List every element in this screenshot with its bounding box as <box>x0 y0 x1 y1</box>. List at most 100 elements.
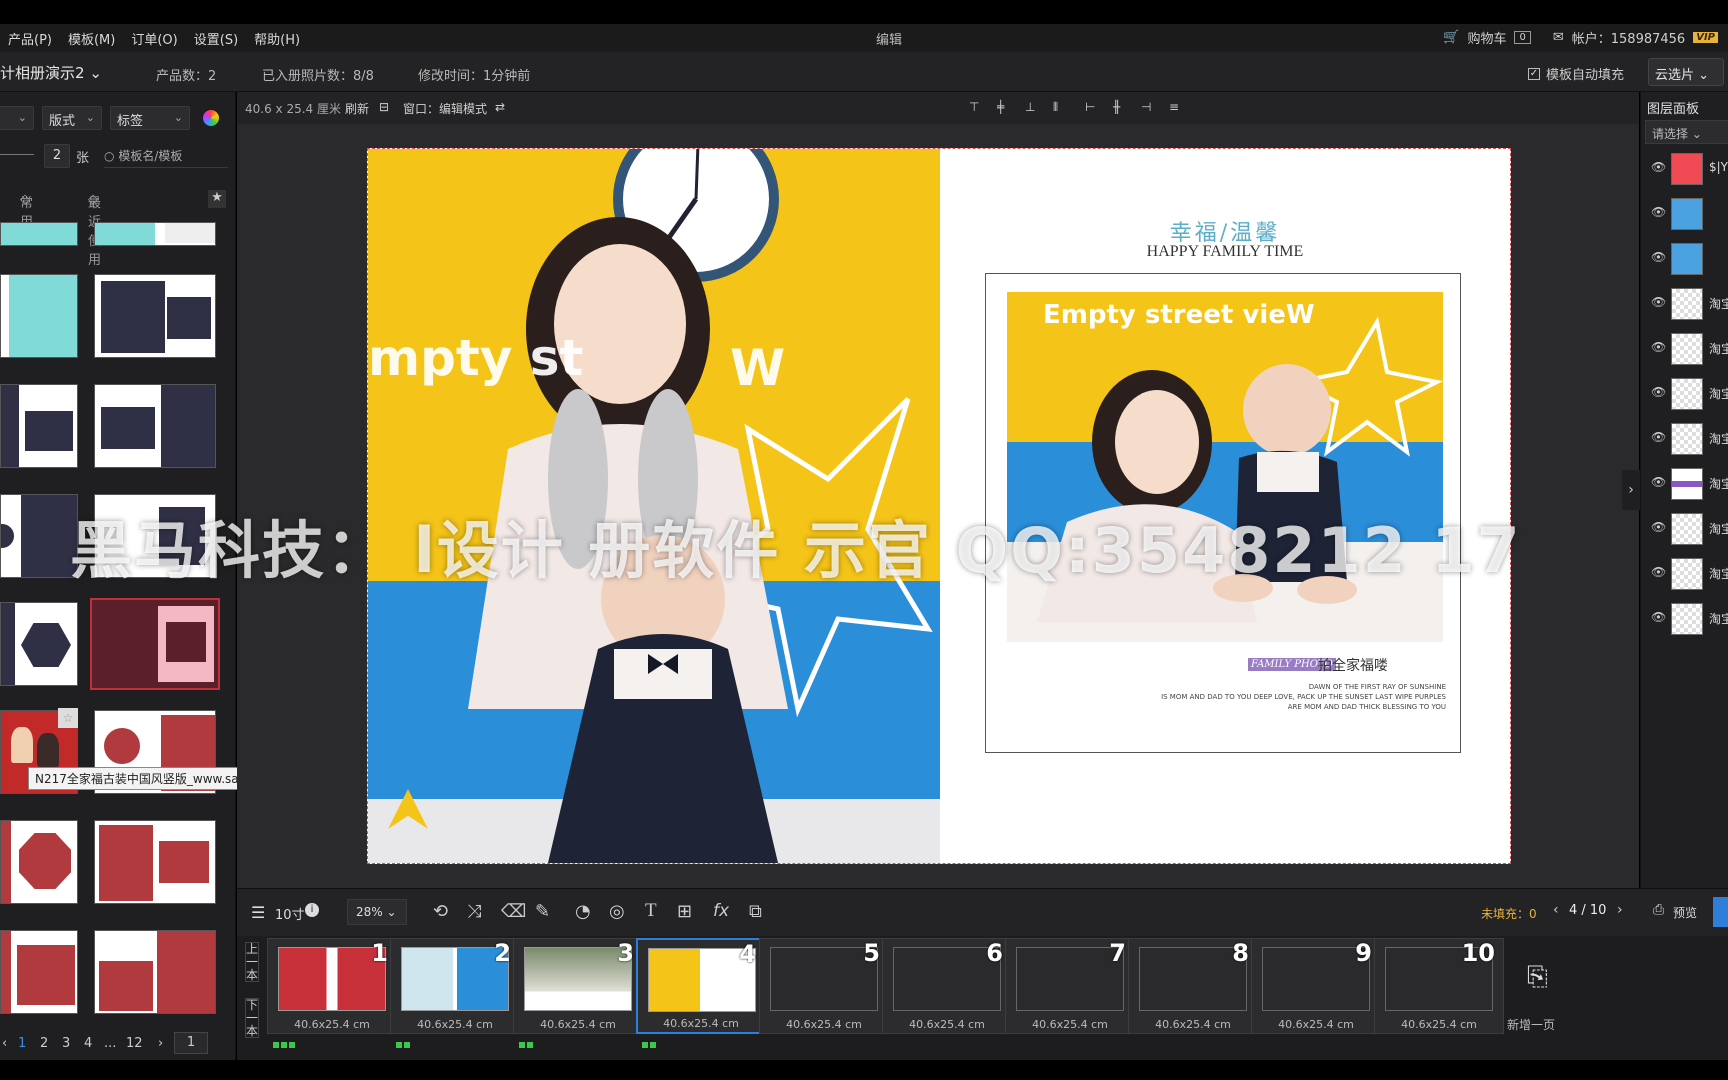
photo-frame[interactable]: Empty street vieW FAMILY PHOTO 拍全家福喽 DAW… <box>985 273 1461 753</box>
rotate-icon[interactable]: ⟲ <box>433 901 448 922</box>
page-link[interactable]: 1 <box>18 1036 26 1051</box>
zoom-select[interactable]: 28% ⌄ <box>347 899 407 925</box>
right-page[interactable]: 幸福/温馨 HAPPY FAMILY TIME Empty street vie… <box>940 149 1510 863</box>
next-page-icon[interactable]: › <box>1617 902 1623 918</box>
eye-icon[interactable]: 👁 <box>1651 520 1666 534</box>
crop-icon[interactable]: ⊞ <box>677 901 692 922</box>
align-right-icon[interactable]: ⊣ <box>1141 100 1155 114</box>
layout-select[interactable]: 版式 ⌄ <box>42 106 102 130</box>
cart-label[interactable]: 购物车 <box>1467 28 1506 47</box>
template-thumb[interactable] <box>0 274 78 358</box>
layer-row[interactable]: 👁 淘宝 <box>1641 508 1728 548</box>
effects-icon[interactable]: fx <box>713 901 729 921</box>
layer-row[interactable]: 👁 淘宝 <box>1641 373 1728 413</box>
eye-icon[interactable]: 👁 <box>1651 385 1666 399</box>
cloud-select-button[interactable]: 云选片 ⌄ <box>1648 58 1724 86</box>
tab-recent[interactable]: 最近使用 ◇ <box>88 192 101 268</box>
template-thumb[interactable] <box>94 930 216 1014</box>
star-icon[interactable]: ☆ <box>58 708 78 728</box>
eraser-icon[interactable]: ⌫ <box>501 901 526 922</box>
shape-icon[interactable]: ⧉ <box>749 901 762 922</box>
template-thumb[interactable] <box>94 384 216 468</box>
template-thumb[interactable] <box>94 222 216 246</box>
distribute-horizontal-icon[interactable]: ⫴ <box>1053 100 1067 114</box>
align-left-icon[interactable]: ⊢ <box>1085 100 1099 114</box>
page-frame-4[interactable]: 4 40.6x25.4 cm <box>636 938 766 1034</box>
preview-icon[interactable]: ⎙ <box>1653 902 1664 918</box>
eye-icon[interactable]: 👁 <box>1651 205 1666 219</box>
next-book-button[interactable]: 下一本 <box>245 998 259 1038</box>
palette-icon[interactable]: ✎ <box>535 901 550 922</box>
next-page-icon[interactable]: › <box>158 1036 163 1051</box>
layer-row[interactable]: 👁 淘宝 <box>1641 463 1728 503</box>
collapse-panel-icon[interactable]: › <box>1622 470 1640 510</box>
template-thumb[interactable] <box>0 384 78 468</box>
slider-track[interactable] <box>0 154 34 155</box>
page-frame-10[interactable]: 10 40.6x25.4 cm <box>1374 938 1504 1034</box>
shuffle-icon[interactable]: ⤨ <box>467 901 481 922</box>
color-wheel-icon[interactable] <box>203 110 219 126</box>
text-tool-icon[interactable]: T <box>645 900 657 922</box>
menu-template[interactable]: 模板(M) <box>68 29 115 48</box>
template-search-input[interactable]: ○ 模板名/模板 <box>104 144 228 168</box>
layer-row[interactable]: 👁 <box>1641 238 1728 278</box>
align-top-icon[interactable]: ⊤ <box>969 100 983 114</box>
accent-tab[interactable] <box>1713 897 1728 927</box>
cart-icon[interactable]: 🛒 <box>1443 30 1459 45</box>
eye-icon[interactable]: 👁 <box>1651 340 1666 354</box>
layer-row[interactable]: 👁 淘宝 <box>1641 328 1728 368</box>
eye-icon[interactable]: 👁 <box>1651 430 1666 444</box>
page-frame-6[interactable]: 6 40.6x25.4 cm <box>882 938 1012 1034</box>
layer-row[interactable]: 👁 淘宝 <box>1641 418 1728 458</box>
album-spread[interactable]: mpty st W 幸福/温馨 HAPPY FAMILY TIME Empty … <box>367 148 1511 864</box>
layer-row[interactable]: 👁 淘宝 <box>1641 598 1728 638</box>
window-mode-icon[interactable]: ⊟ <box>379 100 389 114</box>
layer-row[interactable]: 👁 淘宝 <box>1641 553 1728 593</box>
layer-row[interactable]: 👁 淘宝 <box>1641 283 1728 323</box>
favorite-star-icon[interactable]: ★ <box>208 190 226 208</box>
layer-row[interactable]: 👁 $|Y <box>1641 148 1728 188</box>
mail-icon[interactable]: ✉ <box>1553 30 1564 45</box>
layer-select[interactable]: 请选择 ⌄ <box>1645 120 1728 144</box>
prev-book-button[interactable]: 上一本 <box>245 942 259 982</box>
left-page-photo[interactable]: mpty st W <box>368 149 940 863</box>
template-thumb[interactable] <box>94 494 216 578</box>
eye-icon[interactable]: 👁 <box>1651 295 1666 309</box>
add-page-label[interactable]: 新增一页 <box>1507 1016 1555 1033</box>
info-icon[interactable]: i <box>305 903 319 917</box>
align-middle-icon[interactable]: ╪ <box>997 100 1011 114</box>
refresh-button[interactable]: 刷新 <box>345 100 369 117</box>
template-thumb[interactable] <box>0 222 78 246</box>
template-thumb[interactable] <box>94 820 216 904</box>
page-frame-3[interactable]: 3 40.6x25.4 cm <box>513 938 643 1034</box>
template-thumb[interactable] <box>0 494 78 578</box>
distribute-vertical-icon[interactable]: ≡ <box>1169 100 1183 114</box>
menu-order[interactable]: 订单(O) <box>131 29 177 48</box>
align-center-icon[interactable]: ╫ <box>1113 100 1127 114</box>
eye-icon[interactable]: 👁 <box>1651 160 1666 174</box>
page-link[interactable]: 2 <box>40 1036 48 1051</box>
menu-help[interactable]: 帮助(H) <box>254 29 300 48</box>
page-jump-input[interactable]: 1 <box>174 1032 208 1054</box>
align-bottom-icon[interactable]: ⊥ <box>1025 100 1039 114</box>
checkbox-checked-icon[interactable]: ✓ <box>1528 67 1540 80</box>
eye-icon[interactable]: 👁 <box>1651 250 1666 264</box>
eye-icon[interactable]: 👁 <box>1651 565 1666 579</box>
frame-photo[interactable]: Empty street vieW <box>1007 292 1443 642</box>
prev-page-icon[interactable]: ‹ <box>1553 902 1559 918</box>
window-mode[interactable]: 窗口：编辑模式 <box>403 100 487 117</box>
template-thumb[interactable] <box>94 274 216 358</box>
template-thumb[interactable] <box>0 820 78 904</box>
page-frame-5[interactable]: 5 40.6x25.4 cm <box>759 938 889 1034</box>
tag-select[interactable]: 标签 ⌄ <box>110 106 190 130</box>
preview-button[interactable]: 预览 <box>1673 904 1697 921</box>
menu-product[interactable]: 产品(P) <box>8 29 52 48</box>
count-input[interactable]: 2 <box>44 144 70 168</box>
eye-icon[interactable]: 👁 <box>1651 475 1666 489</box>
tab-common[interactable]: 常用 ◇ <box>20 192 33 230</box>
auto-fill-toggle[interactable]: ✓ 模板自动填充 <box>1528 64 1624 83</box>
magic-icon[interactable]: ◔ <box>575 901 591 922</box>
page-link[interactable]: 12 <box>126 1036 143 1051</box>
page-frame-7[interactable]: 7 40.6x25.4 cm <box>1005 938 1135 1034</box>
menu-settings[interactable]: 设置(S) <box>194 29 238 48</box>
